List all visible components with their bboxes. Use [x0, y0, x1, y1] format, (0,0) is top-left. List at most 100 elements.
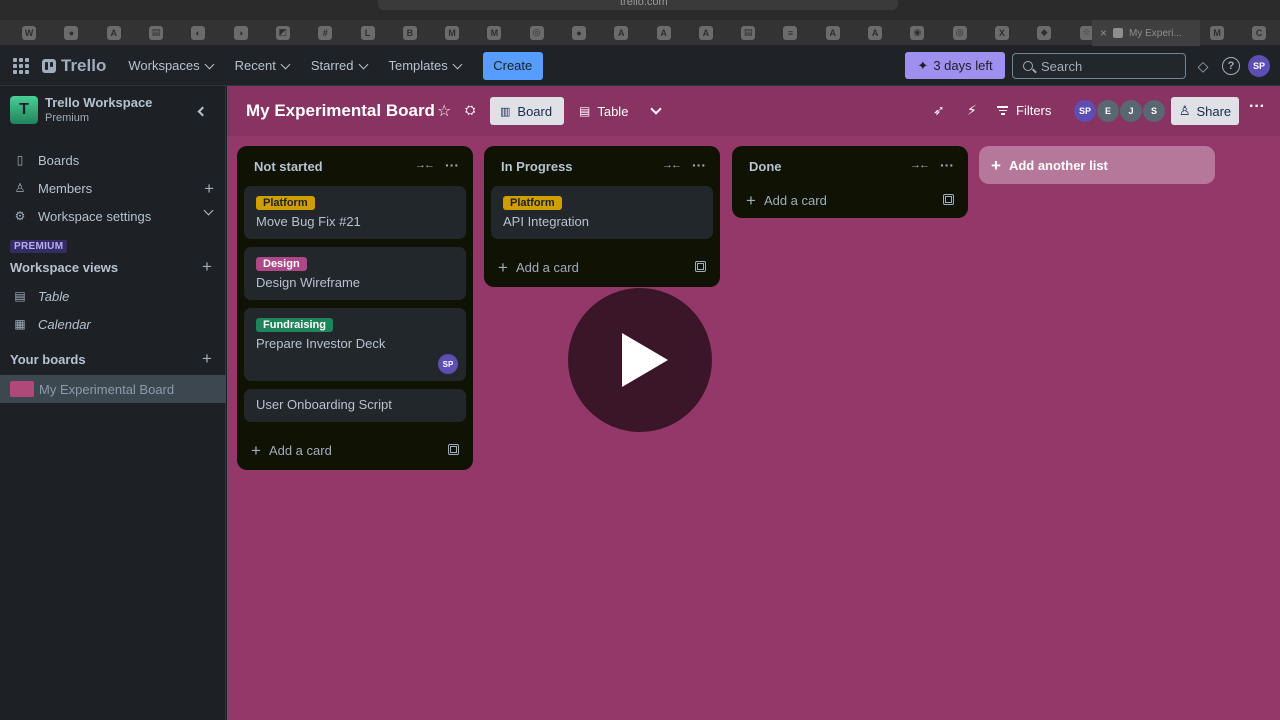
video-play-button[interactable]	[568, 288, 712, 432]
card-template-icon[interactable]	[943, 194, 954, 205]
user-avatar[interactable]: SP	[1248, 55, 1270, 77]
add-another-list-button[interactable]: + Add another list	[979, 146, 1215, 184]
card[interactable]: Fundraising Prepare Investor Deck SP	[244, 308, 466, 381]
list-header[interactable]: In Progress →← ···	[484, 146, 720, 186]
app-switcher-icon[interactable]	[13, 57, 29, 74]
browser-tab[interactable]: ◆	[1023, 20, 1065, 46]
board-canvas: My Experimental Board ☆ ⛭ ▥ Board ▤ Tabl…	[227, 86, 1280, 720]
card-template-icon[interactable]	[695, 261, 706, 272]
member-avatar[interactable]: SP	[1074, 100, 1096, 122]
browser-tab[interactable]: M	[1196, 20, 1238, 46]
browser-tab[interactable]: ▤	[727, 20, 769, 46]
browser-tab[interactable]: X	[981, 20, 1023, 46]
card[interactable]: User Onboarding Script	[244, 389, 466, 422]
power-ups-icon[interactable]: ➶	[933, 102, 945, 119]
view-board-button[interactable]: ▥ Board	[490, 97, 564, 125]
list-menu-icon[interactable]: ···	[940, 157, 954, 173]
sidebar-board-item[interactable]: My Experimental Board	[0, 375, 226, 403]
trello-logo[interactable]: Trello	[42, 56, 106, 76]
collapse-list-icon[interactable]: →←	[415, 159, 435, 171]
visibility-icon[interactable]: ⛭	[465, 102, 475, 118]
browser-tab[interactable]: ◎	[516, 20, 558, 46]
list-menu-icon[interactable]: ···	[445, 157, 459, 173]
add-view-icon[interactable]: +	[202, 257, 212, 277]
collapse-list-icon[interactable]: →←	[910, 159, 930, 171]
tab-favicon-icon: A	[656, 25, 671, 40]
play-icon	[622, 333, 668, 387]
collapse-sidebar-button[interactable]	[190, 100, 212, 122]
add-card-button[interactable]: + Add a card	[484, 247, 720, 287]
workspace-name: Trello Workspace	[45, 95, 153, 110]
browser-tab[interactable]: A	[600, 20, 642, 46]
view-table-button[interactable]: ▤ Table	[569, 97, 638, 125]
sidebar-item-table[interactable]: ▤ Table	[0, 283, 226, 309]
browser-tab[interactable]: ≡	[769, 20, 811, 46]
browser-tab[interactable]: ◎	[939, 20, 981, 46]
more-views-chevron-icon[interactable]	[650, 103, 662, 115]
workspace-avatar: T	[10, 96, 38, 124]
browser-tab[interactable]: ●	[558, 20, 600, 46]
tab-favicon-icon: M	[445, 25, 460, 40]
add-member-icon[interactable]: +	[204, 180, 214, 197]
star-icon[interactable]: ☆	[437, 101, 451, 121]
sidebar-item-boards[interactable]: ▯ Boards	[0, 147, 226, 173]
browser-tab[interactable]: #	[304, 20, 346, 46]
browser-tab[interactable]: ▤	[135, 20, 177, 46]
add-card-button[interactable]: + Add a card	[732, 182, 968, 218]
browser-tab[interactable]: L	[346, 20, 388, 46]
add-card-button[interactable]: + Add a card	[237, 430, 473, 470]
create-button[interactable]: Create	[482, 51, 543, 80]
notifications-icon[interactable]: ◇	[1194, 57, 1212, 75]
card[interactable]: Design Design Wireframe	[244, 247, 466, 300]
sidebar-item-members[interactable]: ♙ Members +	[0, 175, 226, 201]
automation-icon[interactable]: ⚡	[967, 102, 977, 119]
nav-templates[interactable]: Templates	[389, 58, 463, 73]
nav-recent[interactable]: Recent	[235, 58, 291, 73]
card-member-avatar[interactable]: SP	[438, 354, 458, 374]
browser-tab[interactable]: C	[1238, 20, 1280, 46]
browser-tab[interactable]: A	[642, 20, 684, 46]
search-input[interactable]: Search	[1012, 53, 1186, 79]
list-header[interactable]: Done →← ···	[732, 146, 968, 186]
nav-starred[interactable]: Starred	[311, 58, 368, 73]
board-title[interactable]: My Experimental Board	[246, 101, 435, 121]
browser-tab[interactable]: A	[812, 20, 854, 46]
your-boards-heading: Your boards	[10, 352, 86, 367]
share-button[interactable]: ♙ Share	[1171, 97, 1239, 125]
workspace-header[interactable]: T Trello Workspace Premium	[10, 96, 152, 126]
card-template-icon[interactable]	[448, 444, 459, 455]
browser-tab[interactable]: M	[473, 20, 515, 46]
browser-tab-active[interactable]: × My Experi...	[1092, 20, 1200, 46]
browser-tab[interactable]: A	[685, 20, 727, 46]
browser-tab[interactable]: M	[431, 20, 473, 46]
close-tab-icon[interactable]: ×	[1100, 26, 1107, 40]
chevron-down-icon[interactable]	[203, 205, 214, 216]
nav-workspaces[interactable]: Workspaces	[128, 58, 215, 73]
add-board-icon[interactable]: +	[202, 349, 212, 369]
table-icon: ▤	[579, 104, 591, 118]
sidebar-item-workspace-settings[interactable]: ⚙ Workspace settings	[0, 203, 226, 229]
list-header[interactable]: Not started →← ···	[237, 146, 473, 186]
tab-favicon-icon: A	[106, 25, 121, 40]
help-icon[interactable]: ?	[1222, 57, 1240, 75]
browser-tab[interactable]: ◑	[219, 20, 261, 46]
browser-tab[interactable]: A	[854, 20, 896, 46]
list-menu-icon[interactable]: ···	[692, 157, 706, 173]
collapse-list-icon[interactable]: →←	[662, 159, 682, 171]
browser-tab[interactable]: ◉	[896, 20, 938, 46]
browser-tab[interactable]: W	[8, 20, 50, 46]
browser-tab[interactable]: ●	[50, 20, 92, 46]
card[interactable]: Platform Move Bug Fix #21	[244, 186, 466, 239]
member-avatar[interactable]: S	[1143, 100, 1165, 122]
browser-tab[interactable]: ◐	[177, 20, 219, 46]
member-avatar[interactable]: E	[1097, 100, 1119, 122]
browser-tab[interactable]: ◩	[262, 20, 304, 46]
sidebar-item-calendar[interactable]: ▦ Calendar	[0, 311, 226, 337]
card[interactable]: Platform API Integration	[491, 186, 713, 239]
browser-tab[interactable]: B	[389, 20, 431, 46]
browser-tab[interactable]: A	[93, 20, 135, 46]
member-avatar[interactable]: J	[1120, 100, 1142, 122]
more-options-icon[interactable]: ···	[1249, 98, 1265, 116]
trial-days-button[interactable]: ✦ 3 days left	[905, 52, 1005, 79]
filters-button[interactable]: Filters	[997, 103, 1051, 118]
